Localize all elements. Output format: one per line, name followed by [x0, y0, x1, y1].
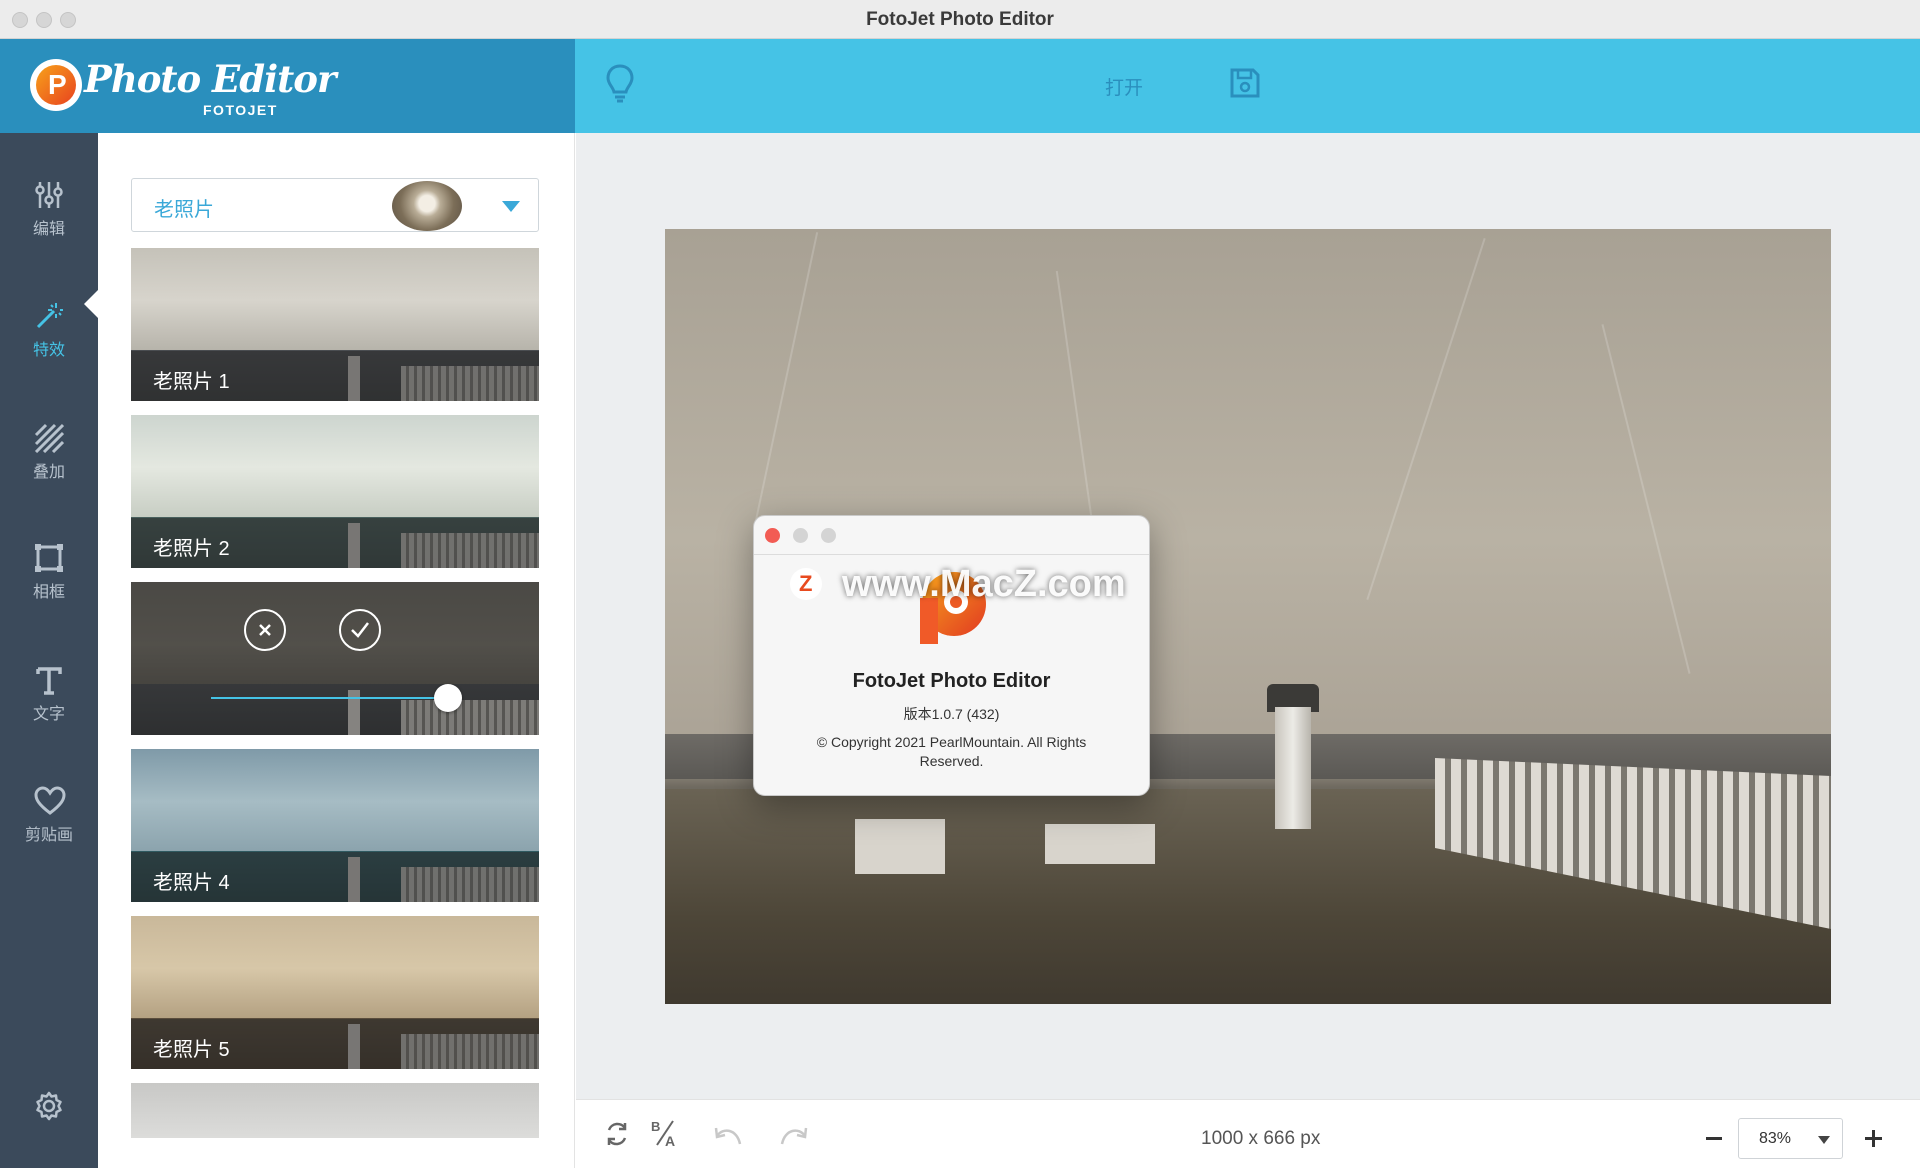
nav-label: 剪贴画 [24, 827, 73, 844]
bottom-toolbar: B A 1000 x 666 px 83% [576, 1099, 1920, 1168]
nav-label: 相框 [32, 584, 65, 601]
compare-before-after-icon[interactable]: B A [649, 1117, 681, 1154]
about-app-name: FotoJet Photo Editor [852, 670, 1051, 692]
active-nav-pointer [84, 290, 98, 318]
effect-name: 老照片 1 [153, 371, 230, 393]
brand-bar: P Photo Editor FOTOJET [0, 39, 575, 133]
dialog-close-button[interactable] [765, 528, 780, 543]
close-icon [259, 624, 271, 636]
window-titlebar: FotoJet Photo Editor [0, 0, 1920, 39]
about-copyright: © Copyright 2021 PearlMountain. All Righ… [816, 734, 1087, 769]
watermark-text: www.MacZ.com [842, 563, 1126, 605]
logo-subtitle: FOTOJET [203, 102, 278, 118]
zoom-out-button[interactable] [1706, 1137, 1722, 1140]
text-icon [36, 667, 62, 695]
app-logo-icon: P [30, 59, 82, 111]
svg-text:B: B [651, 1119, 660, 1134]
effect-name: 老照片 4 [153, 872, 230, 894]
checkmark-icon [351, 622, 369, 638]
effect-thumb-4[interactable]: 老照片 4 [131, 749, 539, 902]
image-dimensions: 1000 x 666 px [1201, 1128, 1321, 1149]
undo-icon[interactable] [713, 1124, 743, 1153]
chevron-down-icon [502, 201, 520, 212]
dropdown-selected-value: 老照片 [154, 199, 214, 221]
save-icon[interactable] [1229, 67, 1261, 104]
category-thumbnail [392, 181, 462, 231]
effects-panel: 老照片 老照片 1 老照片 2 老照片 4 老照片 5 [98, 133, 575, 1168]
sliders-icon [35, 182, 63, 208]
effect-thumb-5[interactable]: 老照片 5 [131, 916, 539, 1069]
zoom-value: 83% [1759, 1130, 1792, 1147]
watermark-logo-icon: Z [790, 568, 822, 600]
nav-item-frame[interactable]: 相框 [0, 523, 98, 613]
reset-icon[interactable] [603, 1120, 631, 1153]
about-version: 版本1.0.7 (432) [903, 706, 1000, 722]
intensity-slider-track[interactable] [211, 697, 456, 699]
dialog-zoom-button [821, 528, 836, 543]
effect-thumb-2[interactable]: 老照片 2 [131, 415, 539, 568]
nav-item-text[interactable]: 文字 [0, 645, 98, 735]
apply-button[interactable] [339, 609, 381, 651]
nav-item-edit[interactable]: 编辑 [0, 160, 98, 250]
effect-thumb-6[interactable] [131, 1083, 539, 1138]
nav-label: 编辑 [32, 221, 65, 238]
window-title: FotoJet Photo Editor [866, 9, 1054, 30]
zoom-select[interactable]: 83% [1738, 1118, 1843, 1159]
effect-thumb-3-active[interactable] [131, 582, 539, 735]
nav-label: 叠加 [32, 464, 65, 481]
open-button[interactable]: 打开 [1105, 73, 1143, 100]
cancel-button[interactable] [244, 609, 286, 651]
redo-icon[interactable] [779, 1124, 809, 1153]
nav-label: 特效 [32, 342, 65, 359]
intensity-slider-handle[interactable] [434, 684, 462, 712]
about-dialog: FotoJet Photo Editor 版本1.0.7 (432) © Cop… [753, 515, 1150, 796]
heart-icon [34, 786, 66, 815]
nav-item-overlay[interactable]: 叠加 [0, 403, 98, 493]
effect-name: 老照片 5 [153, 1039, 230, 1061]
nav-item-clipart[interactable]: 剪贴画 [0, 766, 98, 856]
frame-icon [35, 544, 63, 572]
lightbulb-icon[interactable] [604, 63, 636, 108]
effect-category-dropdown[interactable]: 老照片 [131, 178, 539, 232]
nav-label: 文字 [32, 706, 65, 723]
dialog-minimize-button [793, 528, 808, 543]
svg-text:A: A [665, 1133, 675, 1149]
magic-wand-icon [36, 303, 63, 329]
left-nav: 编辑 特效 叠加 相框 文字 剪贴画 [0, 133, 98, 1168]
chevron-down-icon [1818, 1136, 1830, 1144]
overlay-stripes-icon [34, 423, 64, 453]
effect-name: 老照片 2 [153, 538, 230, 560]
gear-icon[interactable] [34, 1091, 64, 1126]
logo-text: Photo Editor [84, 57, 336, 101]
effect-thumb-1[interactable]: 老照片 1 [131, 248, 539, 401]
